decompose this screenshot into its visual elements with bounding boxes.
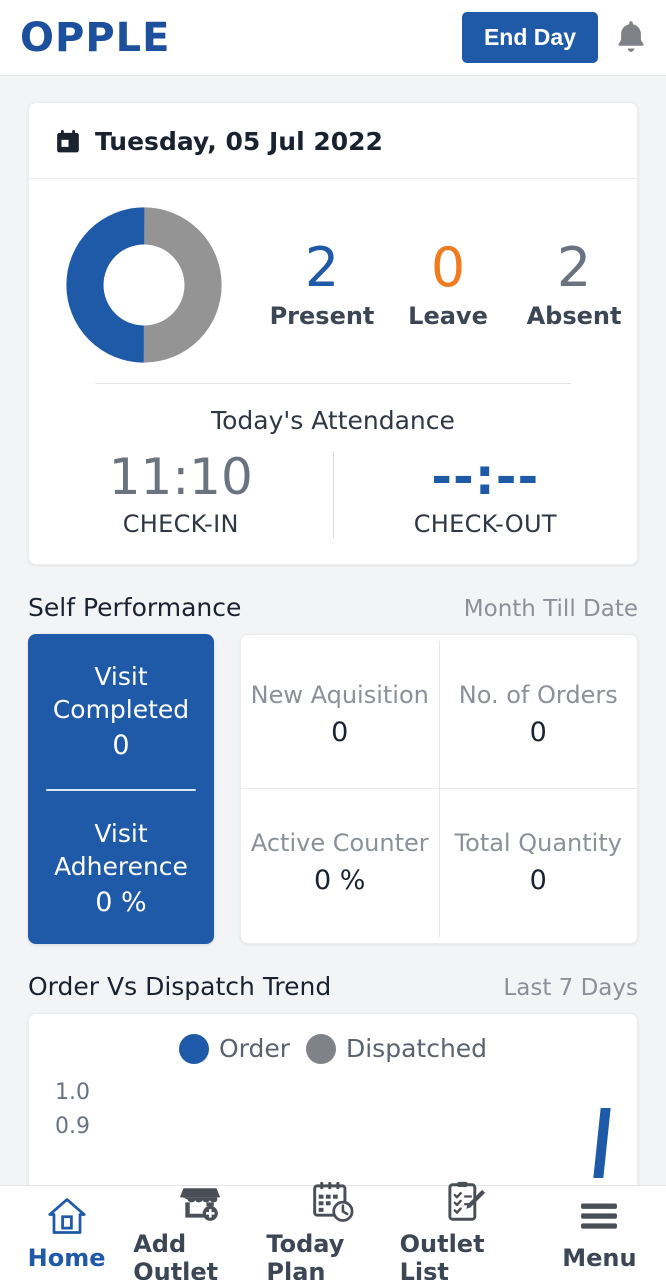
visit-completed-value: 0: [112, 729, 130, 761]
metrics-column-left: New Aquisition 0 Active Counter 0 %: [241, 641, 439, 937]
visit-completed-block: Visit Completed 0: [38, 660, 204, 761]
metric-value: 0: [529, 716, 547, 748]
metrics-column-right: No. of Orders 0 Total Quantity 0: [438, 640, 638, 937]
metric-value: 0 %: [314, 865, 366, 897]
attendance-stats: 2 Present 0 Leave 2 Absent: [259, 235, 637, 331]
calendar-clock-icon: [311, 1180, 355, 1224]
nav-label-home: Home: [27, 1244, 106, 1272]
absent-count: 2: [556, 235, 592, 299]
self-performance-period: Month Till Date: [463, 595, 638, 622]
metrics-grid: New Aquisition 0 Active Counter 0 % No. …: [241, 640, 638, 937]
trend-period: Last 7 Days: [503, 974, 638, 1001]
storefront-plus-icon-svg: [179, 1188, 220, 1221]
check-out-time: --:--: [431, 448, 540, 506]
attendance-card: Tuesday, 05 Jul 2022 2 Present 0 Leave 2…: [28, 102, 638, 565]
present-label: Present: [269, 302, 375, 331]
check-out-block: --:-- CHECK-OUT: [332, 448, 638, 538]
clipboard-pencil-icon-svg: [448, 1181, 486, 1221]
legend-item-order: Order: [178, 1033, 290, 1064]
check-row: 11:10 CHECK-IN --:-- CHECK-OUT: [29, 451, 637, 564]
check-in-block: 11:10 CHECK-IN: [29, 451, 333, 538]
visit-adherence-block: Visit Adherence 0 %: [38, 817, 204, 918]
clipboard-pencil-icon: [444, 1180, 488, 1224]
metric-new-aquisition: New Aquisition 0: [241, 641, 439, 789]
stat-absent: 2 Absent: [511, 235, 637, 331]
storefront-plus-icon: [178, 1180, 222, 1224]
chart-plot-area: 1.0 0.9: [51, 1080, 615, 1186]
present-count: 2: [304, 235, 340, 299]
current-date: Tuesday, 05 Jul 2022: [95, 127, 383, 156]
metric-active-counter: Active Counter 0 %: [241, 789, 439, 937]
nav-item-today-plan[interactable]: Today Plan: [266, 1180, 399, 1280]
nav-label-add-outlet: Add Outlet: [133, 1230, 219, 1280]
legend-label-order: Order: [218, 1034, 290, 1063]
visit-adherence-label-line1: Visit: [94, 818, 148, 848]
opple-logo: OPPLE: [20, 14, 171, 61]
legend-dot-dispatched: [305, 1033, 336, 1064]
header-actions: End Day: [461, 12, 648, 63]
todays-attendance-title: Today's Attendance: [211, 406, 455, 435]
visit-adherence-value: 0 %: [95, 886, 147, 918]
hamburger-icon-svg: [581, 1203, 618, 1229]
check-in-label: CHECK-IN: [122, 509, 239, 538]
nav-label-menu: Menu: [562, 1244, 637, 1272]
metric-value: 0: [331, 716, 349, 748]
visit-card[interactable]: Visit Completed 0 Visit Adherence 0 %: [28, 633, 214, 944]
stat-present: 2 Present: [259, 235, 385, 331]
chart-bar-order: [593, 1107, 611, 1178]
scroll-content[interactable]: Tuesday, 05 Jul 2022 2 Present 0 Leave 2…: [0, 76, 666, 1185]
donut-chart-wrap: [29, 207, 259, 363]
check-in-time: 11:10: [108, 448, 253, 506]
metric-label: Active Counter: [250, 829, 429, 858]
bell-icon-svg: [618, 20, 644, 52]
metric-value: 0: [529, 865, 547, 897]
metric-label: New Aquisition: [250, 680, 429, 709]
nav-item-menu[interactable]: Menu: [533, 1194, 666, 1272]
home-icon-svg: [47, 1198, 86, 1234]
end-day-button[interactable]: End Day: [461, 12, 598, 63]
metric-label: No. of Orders: [458, 680, 618, 709]
self-performance-title: Self Performance: [28, 592, 242, 622]
bell-icon[interactable]: [614, 19, 648, 57]
metric-label: Total Quantity: [454, 829, 622, 858]
self-performance-row: Visit Completed 0 Visit Adherence 0 % Ne…: [28, 633, 638, 944]
legend-dot-order: [178, 1033, 209, 1064]
metric-total-quantity: Total Quantity 0: [440, 789, 638, 937]
attendance-donut-chart: [66, 207, 222, 363]
app-header: OPPLE End Day: [0, 0, 666, 76]
leave-count: 0: [430, 235, 466, 299]
attendance-summary: 2 Present 0 Leave 2 Absent: [29, 179, 637, 383]
nav-label-outlet-list: Outlet List: [399, 1230, 485, 1280]
y-axis-tick: 1.0: [55, 1079, 90, 1105]
absent-label: Absent: [526, 302, 622, 331]
nav-item-outlet-list[interactable]: Outlet List: [400, 1180, 533, 1280]
calendar-icon: [55, 129, 81, 155]
calendar-clock-icon-svg: [313, 1181, 354, 1222]
trend-title: Order Vs Dispatch Trend: [28, 971, 332, 1001]
visit-adherence-label-line2: Adherence: [54, 851, 188, 881]
chart-legend: Order Dispatched: [51, 1033, 615, 1064]
legend-label-dispatched: Dispatched: [345, 1034, 488, 1063]
self-performance-header: Self Performance Month Till Date: [28, 593, 638, 622]
nav-item-home[interactable]: Home: [0, 1194, 133, 1272]
nav-item-add-outlet[interactable]: Add Outlet: [133, 1180, 266, 1280]
check-out-label: CHECK-OUT: [413, 509, 557, 538]
visit-completed-label-line2: Completed: [52, 694, 190, 724]
leave-label: Leave: [408, 302, 488, 331]
date-row: Tuesday, 05 Jul 2022: [29, 103, 637, 179]
trend-header: Order Vs Dispatch Trend Last 7 Days: [28, 972, 638, 1001]
visit-card-divider: [46, 788, 196, 791]
y-axis-tick: 0.9: [55, 1113, 90, 1139]
nav-label-today-plan: Today Plan: [266, 1230, 345, 1280]
trend-chart-card: Order Dispatched 1.0 0.9: [28, 1012, 638, 1186]
calendar-icon-svg: [57, 129, 79, 152]
stat-leave: 0 Leave: [385, 235, 511, 331]
home-icon: [45, 1194, 89, 1238]
hamburger-icon: [577, 1194, 621, 1238]
metric-no-of-orders: No. of Orders 0: [439, 641, 637, 789]
legend-item-dispatched: Dispatched: [305, 1033, 488, 1064]
bottom-navigation: Home Add Outlet Today Plan Outlet List M…: [0, 1181, 666, 1280]
metrics-card: New Aquisition 0 Active Counter 0 % No. …: [240, 633, 638, 944]
visit-completed-label-line1: Visit: [94, 661, 148, 691]
